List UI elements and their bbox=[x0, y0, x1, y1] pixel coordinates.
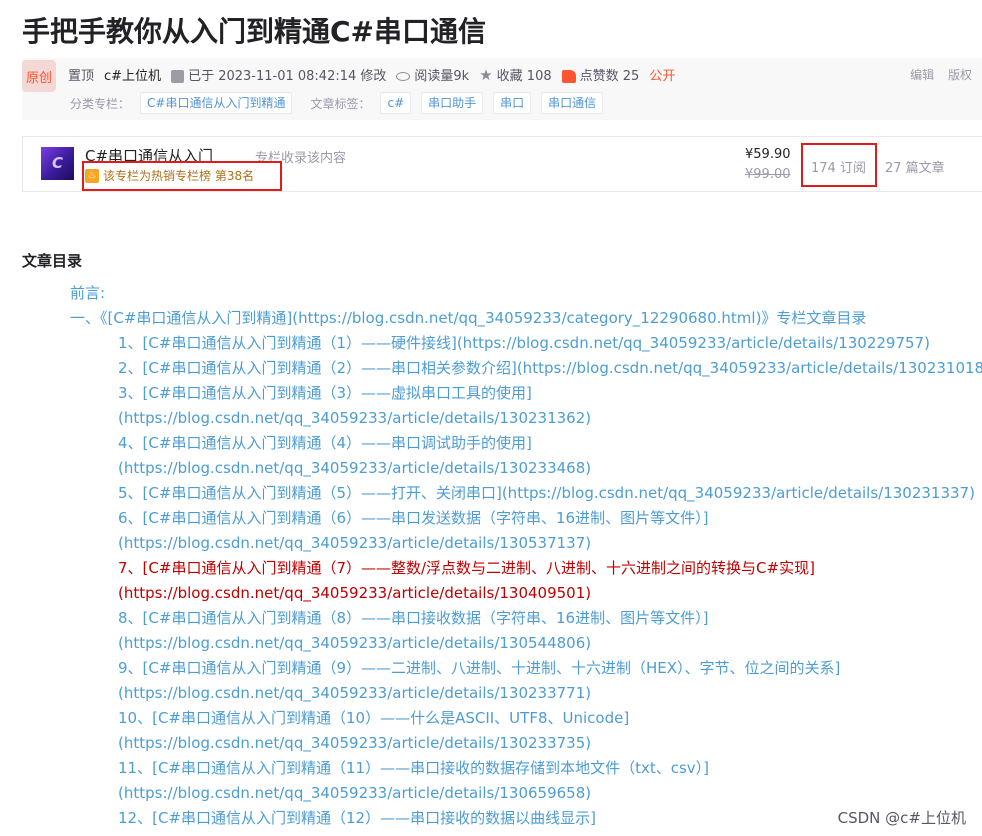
edit-link[interactable]: 编辑 bbox=[910, 68, 934, 82]
toc-item[interactable]: 一、《[C#串口通信从入门到精通](https://blog.csdn.net/… bbox=[70, 308, 866, 328]
article-title: 手把手教你从入门到精通C#串口通信 bbox=[22, 15, 487, 48]
column-card[interactable]: C C#串口通信从入门 专栏收录该内容 ♨ 该专栏为热销专栏榜 第38名 ¥59.… bbox=[22, 136, 982, 192]
toc-item[interactable]: 前言: bbox=[70, 283, 105, 303]
toc-item[interactable]: (https://blog.csdn.net/qq_34059233/artic… bbox=[118, 533, 591, 553]
toc-item[interactable]: (https://blog.csdn.net/qq_34059233/artic… bbox=[118, 683, 591, 703]
favorite-count[interactable]: ★ 收藏 108 bbox=[479, 65, 551, 84]
meta-actions: 编辑 版权 bbox=[900, 66, 972, 83]
thumb-up-icon bbox=[561, 69, 576, 83]
toc-item[interactable]: 10、[C#串口通信从入门到精通（10）——什么是ASCII、UTF8、Unic… bbox=[118, 708, 629, 728]
article-tag[interactable]: 串口通信 bbox=[541, 92, 604, 114]
toc-item[interactable]: (https://blog.csdn.net/qq_34059233/artic… bbox=[118, 783, 591, 803]
toc-item[interactable]: 6、[C#串口通信从入门到精通（6）——串口发送数据（字符串、16进制、图片等文… bbox=[118, 508, 708, 528]
article-tag[interactable]: 串口 bbox=[493, 92, 532, 114]
toc-item-active[interactable]: (https://blog.csdn.net/qq_34059233/artic… bbox=[118, 583, 591, 603]
toc-item[interactable]: 4、[C#串口通信从入门到精通（4）——串口调试助手的使用] bbox=[118, 433, 532, 453]
toc-item-active[interactable]: 7、[C#串口通信从入门到精通（7）——整数/浮点数与二进制、八进制、十六进制之… bbox=[118, 558, 815, 578]
toc-title: 文章目录 bbox=[22, 252, 83, 270]
copyright-link[interactable]: 版权 bbox=[948, 68, 972, 82]
subscription-count[interactable]: 174 订阅 bbox=[811, 157, 866, 176]
column-original-price: ¥99.00 bbox=[745, 167, 791, 182]
meta-row: 置顶 c#上位机 已于 2023-11-01 08:42:14 修改 阅读量9k… bbox=[68, 64, 685, 84]
visibility-label: 公开 bbox=[649, 68, 676, 84]
like-count[interactable]: 点赞数 25 bbox=[561, 65, 639, 84]
toc-item[interactable]: (https://blog.csdn.net/qq_34059233/artic… bbox=[118, 408, 591, 428]
article-count[interactable]: 27 篇文章 bbox=[885, 157, 945, 176]
article-tag[interactable]: 串口助手 bbox=[421, 92, 484, 114]
star-icon: ★ bbox=[479, 65, 493, 84]
toc-item[interactable]: 11、[C#串口通信从入门到精通（11）——串口接收的数据存储到本地文件（txt… bbox=[118, 758, 709, 778]
toc-item[interactable]: (https://blog.csdn.net/qq_34059233/artic… bbox=[118, 458, 591, 478]
toc-item[interactable]: 3、[C#串口通信从入门到精通（3）——虚拟串口工具的使用] bbox=[118, 383, 532, 403]
article-meta-bar: 原创 置顶 c#上位机 已于 2023-11-01 08:42:14 修改 阅读… bbox=[22, 58, 982, 120]
category-tags-row: 分类专栏： C#串口通信从入门到精通 文章标签： c# 串口助手 串口 串口通信 bbox=[70, 92, 604, 114]
clock-icon bbox=[171, 69, 185, 83]
modified-info: 已于 2023-11-01 08:42:14 修改 bbox=[171, 65, 386, 84]
original-badge: 原创 bbox=[22, 60, 56, 92]
category-tag[interactable]: C#串口通信从入门到精通 bbox=[140, 92, 293, 114]
hot-rank-badge: ♨ 该专栏为热销专栏榜 第38名 bbox=[85, 167, 254, 184]
toc-item[interactable]: 1、[C#串口通信从入门到精通（1）——硬件接线](https://blog.c… bbox=[118, 333, 930, 353]
toc-item[interactable]: 12、[C#串口通信从入门到精通（12）——串口接收的数据以曲线显示] bbox=[118, 808, 596, 828]
toc-item[interactable]: 9、[C#串口通信从入门到精通（9）——二进制、八进制、十进制、十六进制（HEX… bbox=[118, 658, 840, 678]
toc-item[interactable]: 2、[C#串口通信从入门到精通（2）——串口相关参数介绍](https://bl… bbox=[118, 358, 982, 378]
column-price: ¥59.90 bbox=[745, 147, 791, 162]
tags-label: 文章标签： bbox=[310, 96, 371, 111]
eye-icon bbox=[396, 71, 411, 81]
author-link[interactable]: c#上位机 bbox=[104, 65, 161, 84]
column-logo: C bbox=[41, 147, 74, 180]
csdn-watermark: CSDN @c#上位机 bbox=[837, 809, 966, 827]
toc-item[interactable]: (https://blog.csdn.net/qq_34059233/artic… bbox=[118, 733, 591, 753]
pinned-label: 置顶 bbox=[68, 68, 95, 84]
fire-icon: ♨ bbox=[85, 168, 99, 183]
toc-item[interactable]: 8、[C#串口通信从入门到精通（8）——串口接收数据（字符串、16进制、图片等文… bbox=[118, 608, 708, 628]
article-tag[interactable]: c# bbox=[380, 92, 412, 114]
view-count: 阅读量9k bbox=[396, 65, 469, 84]
category-label: 分类专栏： bbox=[70, 96, 131, 111]
toc-item[interactable]: 5、[C#串口通信从入门到精通（5）——打开、关闭串口](https://blo… bbox=[118, 483, 975, 503]
toc-item[interactable]: (https://blog.csdn.net/qq_34059233/artic… bbox=[118, 633, 591, 653]
